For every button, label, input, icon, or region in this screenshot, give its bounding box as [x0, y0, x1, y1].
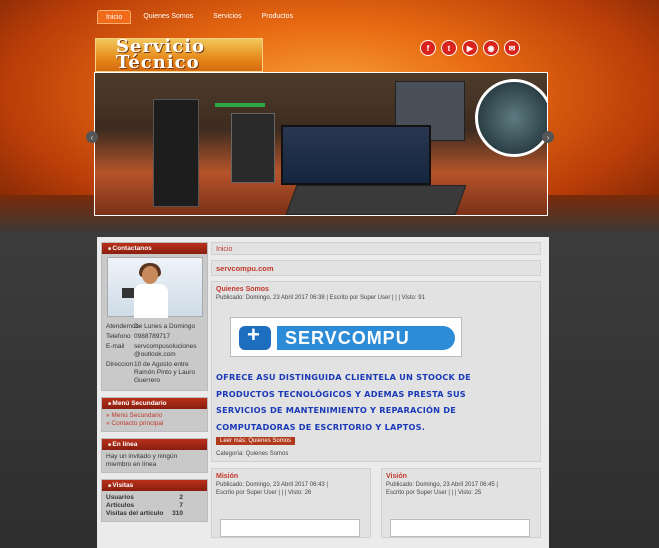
article-meta: Escrito por Super User | | | Visto: 25: [386, 490, 482, 496]
module-title: Visitas: [102, 480, 207, 491]
article-vision: Visión Publicado: Domingo, 23 Abril 2017…: [381, 468, 541, 538]
youtube-icon[interactable]: ▶: [462, 40, 478, 56]
article-meta: Escrito por Super User | | | Visto: 26: [216, 490, 312, 496]
article-title[interactable]: Misión: [216, 473, 366, 480]
twitter-icon[interactable]: t: [441, 40, 457, 56]
servcompu-banner: SERVCOMPU: [230, 317, 462, 357]
article-meta: Publicado: Domingo, 23 Abril 2017 06:45 …: [386, 482, 498, 488]
nav-item-productos[interactable]: Productos: [254, 10, 302, 24]
module-title: Contactanos: [102, 243, 207, 254]
sidebar: Contactanos Atendemos De Lunes a Domingo…: [101, 242, 208, 528]
contact-key: Telefono: [106, 333, 131, 340]
slide-repair-inset: [475, 79, 547, 157]
contact-row: Atendemos De Lunes a Domingo: [106, 323, 203, 331]
stats-key: Usuarios: [106, 494, 134, 501]
stats-row: Usuarios 2: [106, 494, 203, 502]
contact-key: Atendemos: [106, 323, 139, 330]
facebook-icon[interactable]: f: [420, 40, 436, 56]
article-columns: Misión Publicado: Domingo, 23 Abril 2017…: [211, 468, 541, 538]
stats-row: Artículos 7: [106, 502, 203, 510]
contact-value: De Lunes a Domingo: [134, 323, 196, 330]
article-meta: Publicado: Domingo, 23 Abril 2017 06:38 …: [216, 295, 425, 301]
article-mision: Misión Publicado: Domingo, 23 Abril 2017…: [211, 468, 371, 538]
contact-row: Direccion 10 de Agosto entre Ramón Pinto…: [106, 361, 203, 385]
article-title[interactable]: Quienes Somos: [216, 286, 536, 293]
nav-item-servicios[interactable]: Servicios: [205, 10, 249, 24]
phone-icon: [121, 288, 134, 298]
page-title: servcompu.com: [211, 260, 541, 276]
contact-photo: [106, 257, 203, 318]
banner-text: SERVCOMPU: [277, 326, 455, 350]
module-title: Menú Secundario: [102, 398, 207, 409]
article-category[interactable]: Categoría: Quienes Somos: [216, 451, 536, 457]
article-image: [220, 519, 360, 537]
contact-key: E-mail: [106, 343, 125, 350]
slide-pc-open: [231, 113, 275, 183]
contact-row: E-mail servcompusoluciones @outlook.com: [106, 343, 203, 359]
slide-laptop-screen: [281, 125, 431, 185]
slide-pc-tower: [153, 99, 199, 207]
site-logo[interactable]: Servicio Técnico: [95, 38, 263, 72]
article-line: PRODUCTOS TECNOLÓGICOS Y ADEMAS PRESTA S…: [216, 388, 466, 399]
secondary-menu-item[interactable]: » Menú Secundario: [106, 412, 203, 420]
medical-cross-icon: [239, 322, 271, 350]
module-title: En línea: [102, 439, 207, 450]
stats-key: Artículos: [106, 502, 135, 509]
article-title[interactable]: Visión: [386, 473, 536, 480]
stats-key: Visitas del artículo: [106, 510, 164, 517]
social-links: f t ▶ ◉ ✉: [420, 40, 520, 56]
rss-icon[interactable]: ◉: [483, 40, 499, 56]
secondary-menu-item[interactable]: » Contacto principal: [106, 420, 203, 428]
contact-details: Atendemos De Lunes a Domingo Telefono 09…: [102, 320, 207, 390]
logo-line-2: Técnico: [116, 52, 200, 73]
read-more-button[interactable]: Leer más: Quienes Somos: [216, 437, 296, 445]
article-image: [390, 519, 530, 537]
contact-value: 0988789717: [134, 333, 171, 340]
article-quienes-somos: Quienes Somos Publicado: Domingo, 23 Abr…: [211, 281, 541, 462]
mail-icon[interactable]: ✉: [504, 40, 520, 56]
contact-module: Contactanos Atendemos De Lunes a Domingo…: [101, 242, 208, 391]
slider-prev-arrow-icon[interactable]: ‹: [86, 131, 98, 143]
photo-head: [141, 266, 158, 284]
article-line: SERVICIOS DE MANTENIMIENTO Y REPARACIÓN …: [216, 405, 457, 415]
article-body: OFRECE ASU DISTINGUIDA CLIENTELA UN STOO…: [216, 369, 536, 435]
visits-module: Visitas Usuarios 2 Artículos 7 Visitas d…: [101, 479, 208, 522]
contact-value: 10 de Agosto entre Ramón Pinto y Lauro G…: [134, 361, 196, 384]
stats-value: 2: [179, 494, 183, 501]
main-nav: Inicio Quienes Somos Servicios Productos: [97, 10, 301, 24]
secondary-menu-module: Menú Secundario » Menú Secundario » Cont…: [101, 397, 208, 432]
online-text: Hay un invitado y ningún miembro en líne…: [106, 453, 178, 468]
hero-slideshow: [94, 72, 548, 216]
breadcrumb-link[interactable]: Inicio: [216, 246, 232, 253]
contact-key: Direccion: [106, 361, 134, 368]
nav-item-inicio[interactable]: Inicio: [97, 10, 132, 24]
article-meta: Publicado: Domingo, 23 Abril 2017 06:43 …: [216, 482, 328, 488]
nav-item-quienes-somos[interactable]: Quienes Somos: [135, 10, 201, 24]
stats-row: Visitas del artículo 310: [106, 510, 203, 518]
photo-body: [133, 284, 168, 318]
stats-value: 310: [172, 510, 183, 517]
slide-wires: [215, 103, 265, 107]
breadcrumb: Inicio: [211, 242, 541, 255]
stats-value: 7: [179, 502, 183, 509]
online-module: En línea Hay un invitado y ningún miembr…: [101, 438, 208, 473]
contact-row: Telefono 0988789717: [106, 333, 203, 341]
secondary-menu-list: » Menú Secundario » Contacto principal: [102, 409, 207, 431]
slide-keyboard: [285, 185, 467, 215]
contact-value: servcompusoluciones @outlook.com: [134, 343, 197, 358]
slider-next-arrow-icon[interactable]: ›: [542, 131, 554, 143]
article-line: OFRECE ASU DISTINGUIDA CLIENTELA UN STOO…: [216, 372, 471, 382]
main-content: Inicio servcompu.com Quienes Somos Publi…: [211, 242, 541, 538]
article-line: COMPUTADORAS DE ESCRITORIO Y LAPTOS.: [216, 421, 426, 432]
visits-stats: Usuarios 2 Artículos 7 Visitas del artíc…: [102, 491, 207, 521]
